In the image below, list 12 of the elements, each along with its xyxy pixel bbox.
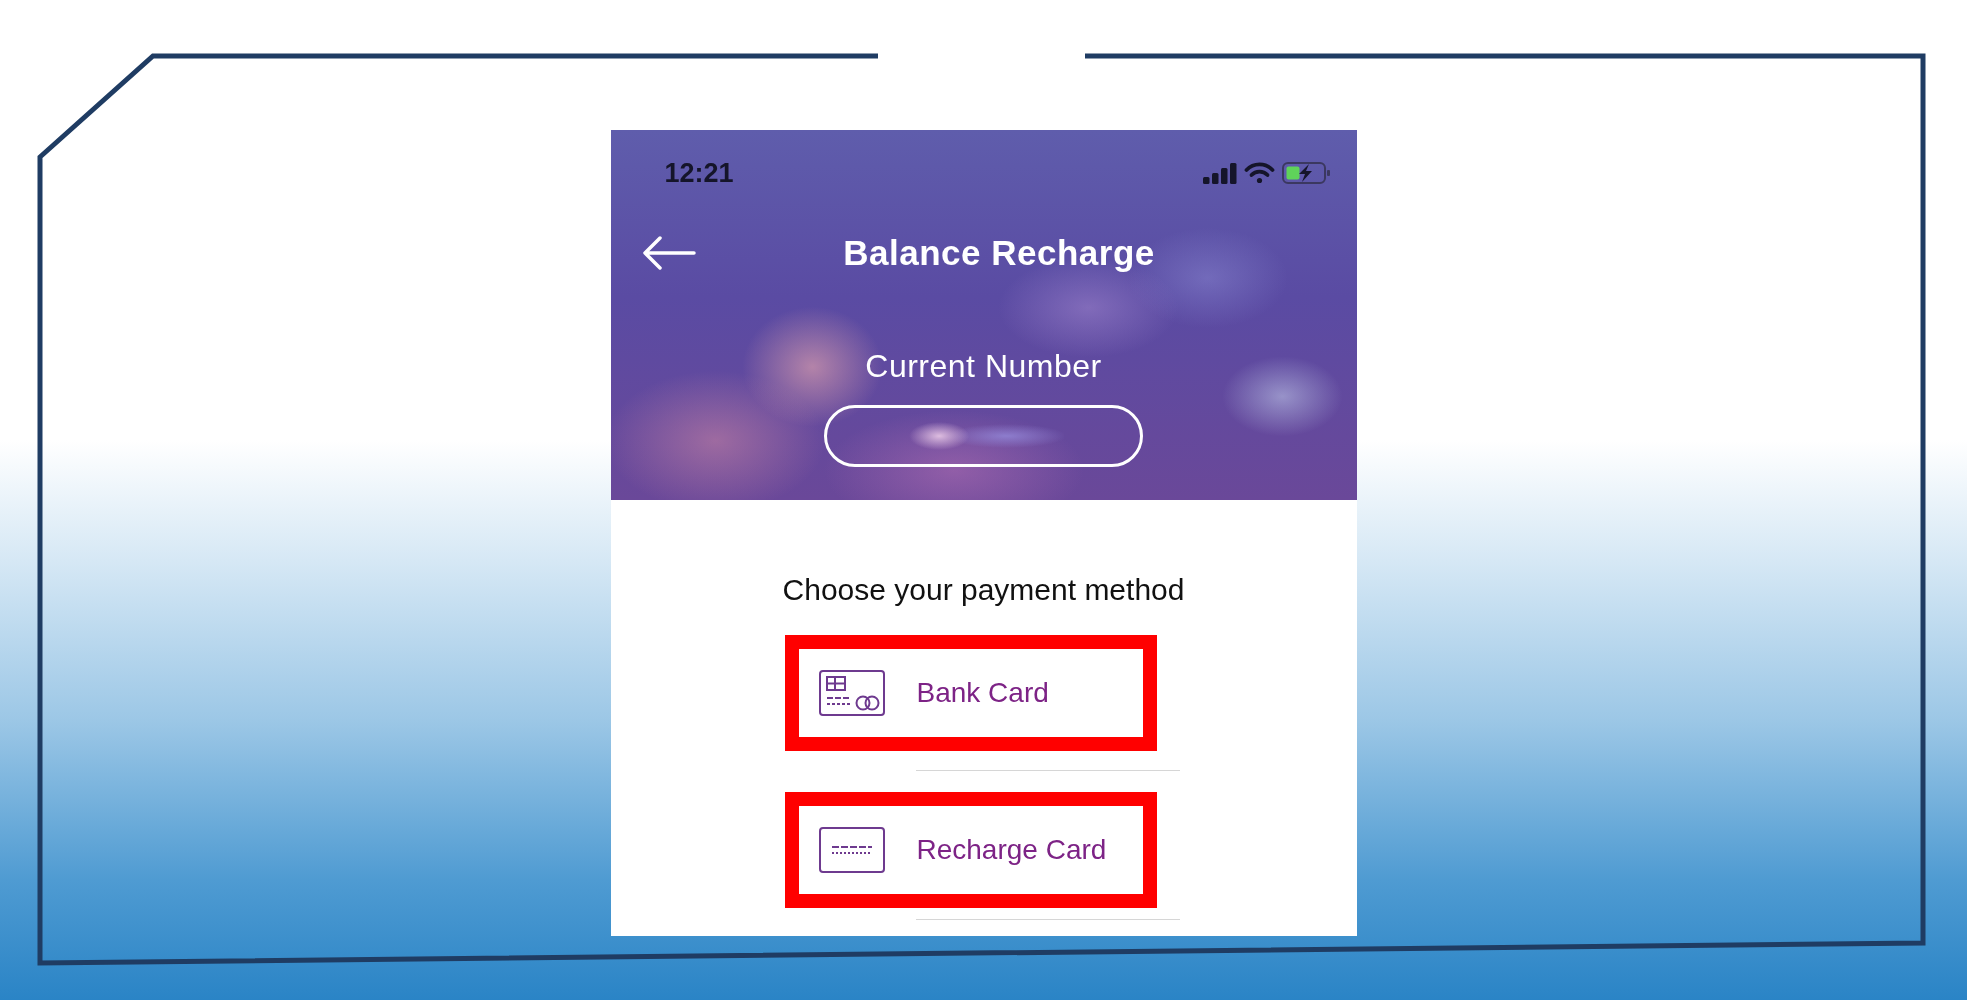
wifi-icon	[1243, 162, 1275, 184]
page-title: Balance Recharge	[843, 233, 1155, 273]
card-icon	[818, 827, 885, 873]
payment-option[interactable]: Bank Card	[818, 670, 1049, 716]
status-time: 12:21	[664, 157, 734, 189]
signal-icon	[1202, 162, 1237, 184]
battery-charging-icon	[1281, 161, 1332, 185]
back-arrow-icon[interactable]	[641, 235, 696, 271]
payment-option[interactable]: Recharge Card	[818, 827, 1107, 873]
number-label: Current Number	[865, 347, 1102, 386]
credit-card-icon	[818, 670, 885, 716]
payment-prompt: Choose your payment method	[782, 572, 1185, 608]
